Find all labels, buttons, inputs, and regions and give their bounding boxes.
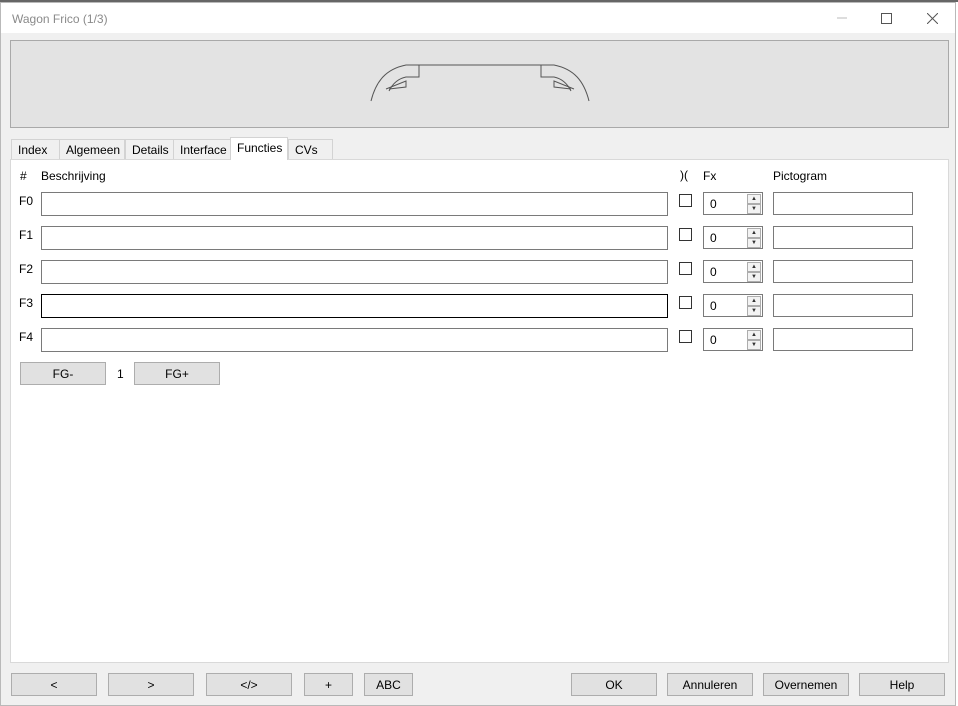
tab-cvs[interactable]: CVs — [288, 139, 333, 159]
pictogram-field[interactable] — [773, 328, 913, 351]
description-field[interactable] — [41, 226, 668, 250]
maximize-icon — [880, 12, 892, 24]
header-pictogram: Pictogram — [773, 169, 828, 183]
header-description: Beschrijving — [41, 169, 106, 183]
toggle-checkbox[interactable] — [679, 228, 692, 241]
header-toggle: )( — [680, 168, 688, 182]
cancel-button[interactable]: Annuleren — [667, 673, 753, 696]
apply-button[interactable]: Overnemen — [763, 673, 849, 696]
spin-down-icon[interactable]: ▼ — [747, 204, 761, 214]
fx-value: 0 — [710, 333, 717, 347]
fx-value: 0 — [710, 197, 717, 211]
spin-down-icon[interactable]: ▼ — [747, 272, 761, 282]
tab-algemeen[interactable]: Algemeen — [59, 139, 125, 159]
description-field[interactable] — [41, 294, 668, 318]
toggle-checkbox[interactable] — [679, 330, 692, 343]
wagon-image-panel — [10, 40, 949, 128]
function-label: F3 — [19, 296, 34, 310]
previous-button[interactable]: < — [11, 673, 97, 696]
header-fx: Fx — [703, 169, 717, 183]
fx-spinner[interactable]: 0 ▲ ▼ — [703, 192, 763, 215]
maximize-button[interactable] — [863, 3, 909, 33]
ok-button[interactable]: OK — [571, 673, 657, 696]
description-field[interactable] — [41, 328, 668, 352]
add-button[interactable]: + — [304, 673, 353, 696]
fx-spinner[interactable]: 0 ▲ ▼ — [703, 260, 763, 283]
spin-up-icon[interactable]: ▲ — [747, 296, 761, 306]
next-button[interactable]: > — [108, 673, 194, 696]
tab-functies[interactable]: Functies — [230, 137, 288, 160]
close-button[interactable] — [909, 3, 955, 33]
pictogram-field[interactable] — [773, 192, 913, 215]
code-button[interactable]: </> — [206, 673, 292, 696]
tab-interface[interactable]: Interface — [173, 139, 231, 159]
fx-value: 0 — [710, 265, 717, 279]
wagon-image — [370, 64, 590, 102]
spin-up-icon[interactable]: ▲ — [747, 194, 761, 204]
description-field[interactable] — [41, 192, 668, 216]
close-icon — [926, 12, 938, 24]
minimize-icon — [837, 17, 847, 19]
fx-spinner[interactable]: 0 ▲ ▼ — [703, 294, 763, 317]
minimize-button[interactable] — [819, 3, 865, 33]
tab-index[interactable]: Index — [11, 139, 60, 159]
function-group-prev-button[interactable]: FG- — [20, 362, 106, 385]
header-number: # — [20, 169, 27, 183]
fx-spinner[interactable]: 0 ▲ ▼ — [703, 328, 763, 351]
function-label: F1 — [19, 228, 34, 242]
window-title: Wagon Frico (1/3) — [12, 12, 108, 26]
fx-spinner[interactable]: 0 ▲ ▼ — [703, 226, 763, 249]
function-label: F4 — [19, 330, 34, 344]
function-group-value: 1 — [117, 367, 124, 381]
spin-up-icon[interactable]: ▲ — [747, 330, 761, 340]
tab-details[interactable]: Details — [125, 139, 174, 159]
toggle-checkbox[interactable] — [679, 194, 692, 207]
spin-down-icon[interactable]: ▼ — [747, 306, 761, 316]
function-label: F0 — [19, 194, 34, 208]
description-field[interactable] — [41, 260, 668, 284]
fx-value: 0 — [710, 299, 717, 313]
spin-down-icon[interactable]: ▼ — [747, 238, 761, 248]
pictogram-field[interactable] — [773, 294, 913, 317]
spin-up-icon[interactable]: ▲ — [747, 228, 761, 238]
toggle-checkbox[interactable] — [679, 296, 692, 309]
title-bar: Wagon Frico (1/3) — [1, 3, 955, 33]
pictogram-field[interactable] — [773, 260, 913, 283]
pictogram-field[interactable] — [773, 226, 913, 249]
toggle-checkbox[interactable] — [679, 262, 692, 275]
dialog-window: Wagon Frico (1/3) Index Algemeen Details… — [0, 2, 956, 706]
fx-value: 0 — [710, 231, 717, 245]
abc-button[interactable]: ABC — [364, 673, 413, 696]
spin-down-icon[interactable]: ▼ — [747, 340, 761, 350]
spin-up-icon[interactable]: ▲ — [747, 262, 761, 272]
functies-tab-page: # Beschrijving )( Fx Pictogram F0 0 ▲ ▼ … — [10, 159, 949, 663]
function-group-next-button[interactable]: FG+ — [134, 362, 220, 385]
function-label: F2 — [19, 262, 34, 276]
help-button[interactable]: Help — [859, 673, 945, 696]
